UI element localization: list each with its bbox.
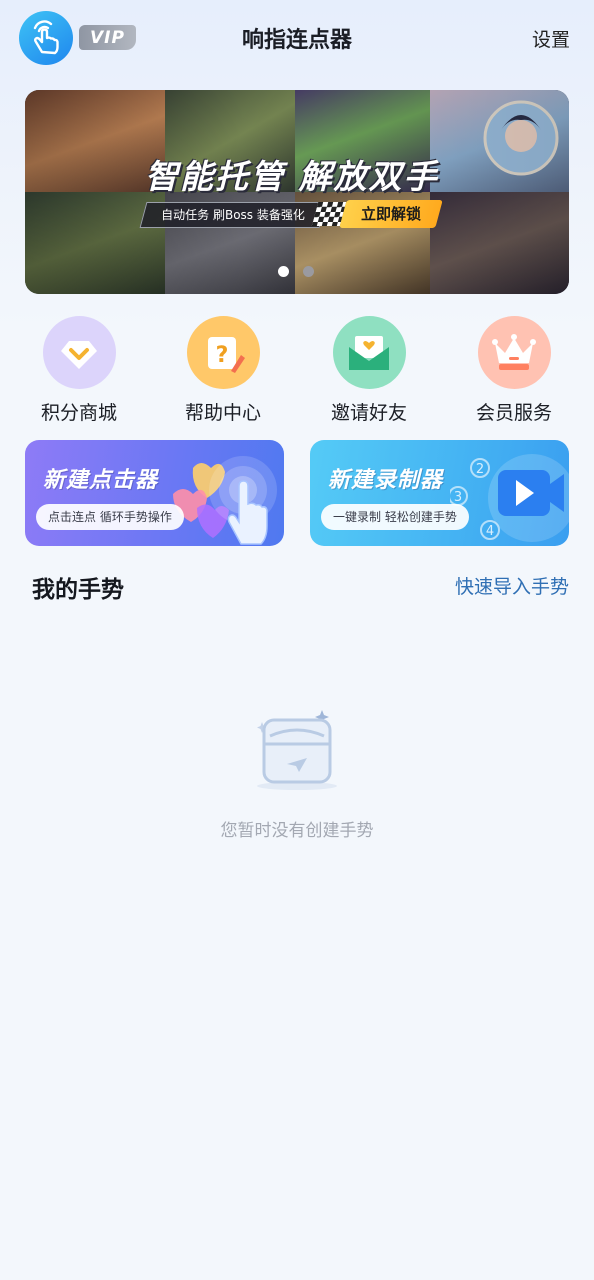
quick-action-label: 积分商城 bbox=[40, 402, 117, 424]
promo-banner[interactable]: 智能托管 解放双手 自动任务 刷Boss 装备强化 立即解锁 bbox=[25, 90, 569, 294]
page-title: 响指连点器 bbox=[241, 28, 352, 53]
new-clicker-title: 新建点击器 bbox=[43, 468, 159, 493]
recorder-camera-icon: 2 3 4 bbox=[450, 454, 569, 542]
carousel-dot[interactable] bbox=[303, 266, 314, 277]
diamond-icon bbox=[42, 316, 116, 389]
clicker-hand-icon bbox=[173, 456, 277, 545]
app-header: VIP 响指连点器 设置 bbox=[0, 0, 594, 80]
settings-button[interactable]: 设置 bbox=[532, 25, 570, 52]
help-icon: ? bbox=[186, 316, 260, 389]
carousel-dot-active[interactable] bbox=[278, 266, 289, 277]
svg-text:2: 2 bbox=[476, 462, 484, 477]
empty-gestures-text: 您暂时没有创建手势 bbox=[220, 821, 374, 841]
quick-action-invite-friends[interactable]: 邀请好友 bbox=[314, 316, 424, 425]
banner-subline: 自动任务 刷Boss 装备强化 bbox=[139, 202, 327, 228]
crown-icon bbox=[477, 316, 551, 389]
new-clicker-subtitle: 点击连点 循环手势操作 bbox=[36, 504, 184, 530]
new-recorder-title: 新建录制器 bbox=[328, 468, 444, 493]
invite-envelope-icon bbox=[332, 316, 406, 389]
empty-inbox-icon bbox=[257, 710, 337, 790]
quick-action-label: 会员服务 bbox=[475, 402, 552, 424]
banner-subline-text: 自动任务 刷Boss 装备强化 bbox=[161, 208, 305, 222]
svg-text:3: 3 bbox=[454, 490, 462, 505]
quick-action-label: 邀请好友 bbox=[330, 402, 407, 424]
quick-import-gestures-link[interactable]: 快速导入手势 bbox=[455, 572, 569, 599]
new-clicker-card[interactable]: 新建点击器 点击连点 循环手势操作 bbox=[25, 440, 284, 546]
new-recorder-card[interactable]: 2 3 4 新建录制器 一键录制 轻松创建手势 bbox=[310, 440, 569, 546]
unlock-now-button[interactable]: 立即解锁 bbox=[339, 200, 443, 228]
banner-headline: 智能托管 解放双手 bbox=[145, 157, 439, 196]
quick-action-points-mall[interactable]: 积分商城 bbox=[24, 316, 134, 425]
quick-action-help-center[interactable]: ? 帮助中心 bbox=[168, 316, 278, 425]
svg-text:?: ? bbox=[216, 343, 229, 368]
svg-text:4: 4 bbox=[486, 524, 494, 539]
unlock-now-label: 立即解锁 bbox=[360, 205, 421, 223]
my-gestures-title: 我的手势 bbox=[32, 577, 124, 603]
quick-action-member-service[interactable]: 会员服务 bbox=[459, 316, 569, 425]
quick-action-label: 帮助中心 bbox=[184, 402, 261, 424]
new-recorder-subtitle: 一键录制 轻松创建手势 bbox=[321, 504, 469, 530]
